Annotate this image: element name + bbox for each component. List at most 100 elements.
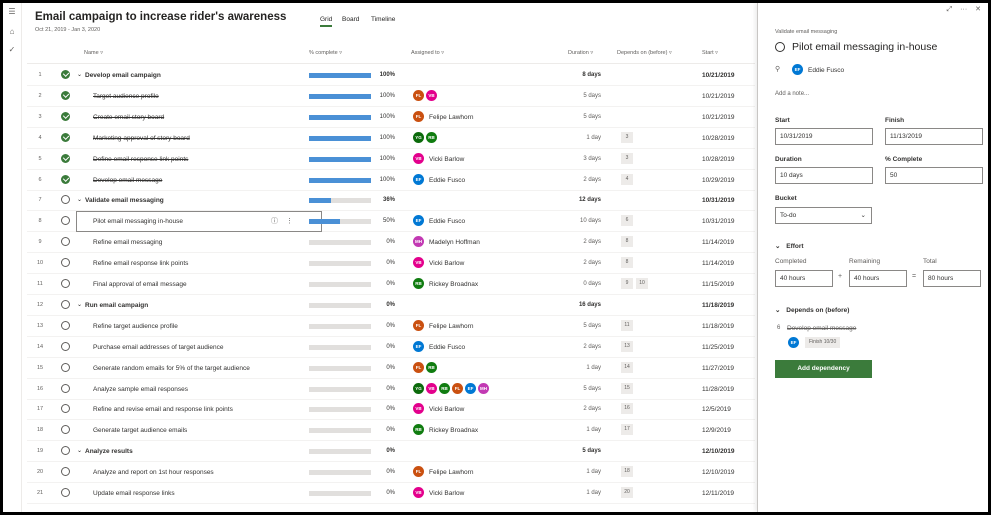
percent-complete-field[interactable]: 50	[885, 167, 983, 184]
task-name[interactable]: Refine email messaging	[93, 239, 162, 246]
dependency-badge[interactable]: 17	[621, 424, 633, 436]
hamburger-icon[interactable]: ☰	[7, 7, 17, 17]
table-row[interactable]: 17 Refine and revise email and response l…	[27, 399, 755, 421]
table-row[interactable]: 18 Generate target audience emails 0% RB Ric…	[27, 420, 755, 442]
more-icon[interactable]: ···	[960, 6, 967, 13]
task-name[interactable]: Analyze results	[85, 448, 133, 455]
avatar[interactable]: EF	[413, 215, 424, 227]
duration[interactable]: 2 days	[547, 344, 601, 350]
dependency-badge[interactable]: 18	[621, 466, 633, 478]
table-row[interactable]: 16 Analyze sample email responses 0% YG VB RB…	[27, 379, 755, 400]
task-complete-checkbox[interactable]	[61, 153, 70, 163]
task-complete-checkbox[interactable]	[61, 362, 70, 372]
start-date[interactable]: 12/10/2019	[702, 448, 735, 455]
avatar[interactable]: EF	[413, 173, 424, 185]
avatar[interactable]: VB	[413, 403, 424, 415]
table-row[interactable]: 2 Target audience profile 100% FL VB 5 days 10…	[27, 86, 755, 107]
dependency-badge[interactable]: 20	[621, 487, 633, 498]
start-date[interactable]: 10/21/2019	[702, 72, 735, 79]
assignee-name[interactable]: Vicki Barlow	[429, 260, 464, 267]
task-complete-checkbox[interactable]	[61, 425, 70, 435]
dependency-name[interactable]: Develop email message	[787, 325, 856, 332]
task-name[interactable]: Purchase email addresses of target audie…	[93, 344, 223, 351]
avatar[interactable]: EF	[465, 382, 476, 394]
avatar[interactable]: RB	[413, 424, 424, 436]
avatar[interactable]: MH	[413, 236, 424, 248]
column-header-assigned[interactable]: Assigned to ▿	[411, 50, 444, 56]
task-complete-checkbox[interactable]	[61, 446, 70, 456]
task-name[interactable]: Marketing approval of story board	[93, 135, 190, 142]
task-name[interactable]: Develop email campaign	[85, 72, 161, 79]
assignee-name[interactable]: Rickey Broadnax	[429, 281, 478, 288]
avatar[interactable]: MH	[478, 382, 489, 394]
assignee-name[interactable]: Eddie Fusco	[808, 67, 844, 74]
table-row[interactable]: 19 ⌄ Analyze results 0% 5 days 12/10/2019	[27, 441, 755, 463]
duration[interactable]: 5 days	[547, 93, 601, 99]
task-complete-checkbox[interactable]	[61, 132, 70, 142]
close-icon[interactable]: ✕	[975, 6, 981, 13]
assignee-name[interactable]: Felipe Lawhorn	[429, 323, 473, 330]
duration[interactable]: 1 day	[547, 490, 601, 496]
table-row[interactable]: 21 Update email response links 0% VB Vicki B…	[27, 483, 755, 504]
assignee-name[interactable]: Eddie Fusco	[429, 344, 465, 351]
task-complete-checkbox[interactable]	[61, 258, 70, 268]
avatar[interactable]: YG	[413, 131, 424, 143]
start-date[interactable]: 10/29/2019	[702, 177, 735, 184]
assignee-name[interactable]: Felipe Lawhorn	[429, 469, 473, 476]
avatar[interactable]: FL	[413, 319, 424, 331]
task-name[interactable]: Create email story board	[93, 114, 164, 121]
table-row[interactable]: 3 Create email story board 100% FL Felipe La…	[27, 107, 755, 128]
home-icon[interactable]: ⌂	[7, 27, 17, 37]
info-icon[interactable]: ⓘ	[271, 218, 278, 225]
duration[interactable]: 5 days	[547, 323, 601, 329]
start-date[interactable]: 10/28/2019	[702, 156, 735, 163]
task-name[interactable]: Refine email response link points	[93, 260, 188, 267]
task-name[interactable]: Generate random emails for 5% of the tar…	[93, 365, 250, 372]
avatar[interactable]: VB	[413, 152, 424, 164]
duration[interactable]: 12 days	[547, 197, 601, 203]
duration-field[interactable]: 10 days	[775, 167, 873, 184]
start-date[interactable]: 11/25/2019	[702, 344, 734, 351]
dependency-badge[interactable]: 8	[621, 257, 633, 269]
task-name[interactable]: Analyze and report on 1st hour responses	[93, 469, 214, 476]
column-header-start[interactable]: Start ▿	[702, 50, 718, 56]
start-date[interactable]: 12/9/2019	[702, 427, 731, 434]
task-name[interactable]: Analyze sample email responses	[93, 386, 188, 393]
dependency-badge[interactable]: 3	[621, 131, 633, 143]
duration[interactable]: 5 days	[547, 114, 601, 120]
task-complete-checkbox[interactable]	[61, 90, 70, 100]
duration[interactable]: 2 days	[547, 406, 601, 412]
assignee-name[interactable]: Eddie Fusco	[429, 218, 465, 225]
avatar[interactable]: FL	[452, 382, 463, 394]
avatar[interactable]: RB	[426, 361, 437, 373]
duration[interactable]: 1 day	[547, 469, 601, 475]
task-name[interactable]: Develop email message	[93, 177, 162, 184]
duration[interactable]: 0 days	[547, 281, 601, 287]
dependency-badge[interactable]: 14	[621, 361, 633, 373]
add-note-field[interactable]: Add a note...	[775, 91, 809, 97]
task-name[interactable]: Validate email messaging	[85, 197, 164, 204]
start-date[interactable]: 11/28/2019	[702, 386, 734, 393]
avatar[interactable]: VB	[426, 89, 437, 101]
table-row[interactable]: 12 ⌄ Run email campaign 0% 16 days 11/18/2019	[27, 295, 755, 316]
person-icon[interactable]: ⚲	[775, 65, 780, 73]
task-complete-checkbox[interactable]	[61, 174, 70, 184]
table-row[interactable]: 13 Refine target audience profile 0% FL Feli…	[27, 316, 755, 337]
task-complete-checkbox[interactable]	[61, 111, 70, 121]
start-date[interactable]: 10/21/2019	[702, 93, 735, 100]
bucket-select[interactable]: To-do ⌄	[775, 207, 872, 224]
task-complete-checkbox[interactable]	[61, 467, 70, 477]
assignee-name[interactable]: Vicki Barlow	[429, 406, 464, 413]
table-row[interactable]: 6 Develop email message 100% EF Eddie Fusco 2…	[27, 170, 755, 191]
duration[interactable]: 1 day	[547, 135, 601, 141]
tab-timeline[interactable]: Timeline	[371, 16, 395, 23]
more-icon[interactable]: ⋮	[284, 218, 293, 225]
remaining-hours-field[interactable]: 40 hours	[849, 270, 907, 287]
column-header-duration[interactable]: Duration ▿	[568, 50, 593, 56]
table-row[interactable]: 15 Generate random emails for 5% of the t…	[27, 358, 755, 379]
chevron-down-icon[interactable]: ⌄	[77, 447, 82, 454]
dependency-badge[interactable]: 4	[621, 173, 633, 185]
start-date[interactable]: 11/14/2019	[702, 260, 734, 267]
start-date[interactable]: 11/18/2019	[702, 323, 734, 330]
task-name[interactable]: Define email response link points	[93, 156, 188, 163]
